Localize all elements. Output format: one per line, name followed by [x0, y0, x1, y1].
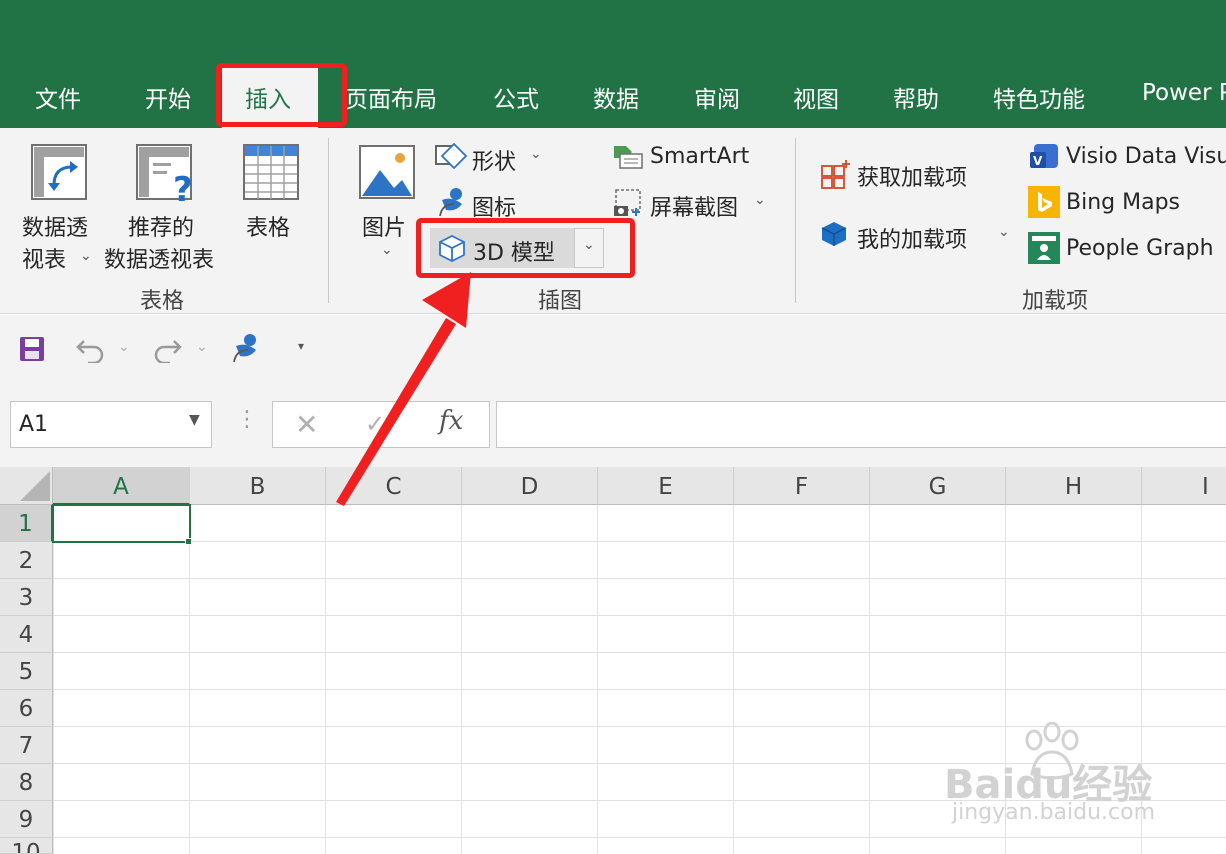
bing-icon: [1028, 186, 1060, 218]
picture-icon: [359, 145, 415, 199]
annotation-arrow-icon: [336, 272, 471, 506]
quick-access-toolbar: ⌄ ⌄ ▾: [0, 315, 1226, 385]
people-graph-icon: [1028, 232, 1060, 264]
visio-icon: V: [1030, 144, 1058, 168]
column-header-f[interactable]: F: [734, 467, 870, 505]
tab-home[interactable]: 开始: [145, 80, 191, 114]
my-addins-icon: [821, 222, 847, 246]
pivot-table-label-1: 数据透: [22, 216, 89, 241]
recommended-pivot-label-2: 数据透视表: [104, 248, 215, 273]
select-all-button[interactable]: [0, 467, 53, 505]
screenshot-label: 屏幕截图: [650, 196, 739, 221]
visio-label: Visio Data Visu: [1066, 144, 1226, 169]
cancel-icon[interactable]: ✕: [295, 408, 318, 441]
tab-data[interactable]: 数据: [593, 80, 639, 114]
smartart-icon: [614, 146, 643, 169]
pictures-label: 图片: [362, 216, 407, 241]
chevron-down-icon: ⌄: [754, 192, 766, 208]
group-label-illustrations: 插图: [538, 289, 583, 314]
chevron-down-icon: ⌄: [998, 224, 1010, 240]
recommended-pivot-label-1: 推荐的: [128, 216, 195, 241]
svg-text:V: V: [1033, 154, 1043, 168]
row-header-10[interactable]: 10: [0, 838, 53, 854]
column-header-d[interactable]: D: [462, 467, 598, 505]
formula-row: A1 ▼ ⋮ ✕ ✓ fx: [0, 385, 1226, 467]
group-divider: [328, 138, 329, 303]
get-addins-label: 获取加载项: [857, 166, 968, 191]
chevron-down-icon: ⌄: [381, 242, 393, 258]
group-divider: [795, 138, 796, 303]
tab-view[interactable]: 视图: [793, 80, 839, 114]
screenshot-icon: [614, 189, 641, 216]
row-header-4[interactable]: 4: [0, 616, 53, 653]
row-header-8[interactable]: 8: [0, 764, 53, 801]
select-all-triangle-icon: [20, 471, 50, 501]
column-header-h[interactable]: H: [1006, 467, 1142, 505]
undo-icon[interactable]: [76, 335, 106, 363]
group-label-addins: 加载项: [1022, 289, 1089, 314]
redo-icon[interactable]: [152, 335, 182, 363]
group-label-tables: 表格: [140, 289, 185, 314]
name-box[interactable]: A1 ▼: [10, 401, 212, 448]
table-icon: [243, 144, 299, 200]
shapes-label: 形状: [472, 150, 517, 175]
chevron-down-icon[interactable]: ⌄: [118, 339, 130, 355]
customize-toolbar-icon[interactable]: ▾: [298, 339, 304, 353]
smartart-label: SmartArt: [650, 144, 750, 169]
column-header-e[interactable]: E: [598, 467, 734, 505]
pivot-table-label-2: 视表: [22, 248, 67, 273]
icons-icon[interactable]: [230, 331, 262, 365]
my-addins-label: 我的加载项: [857, 228, 968, 253]
column-header-b[interactable]: B: [190, 467, 326, 505]
addins-store-icon: [821, 160, 850, 189]
recommended-pivot-icon: ?: [136, 144, 193, 205]
tab-page-layout[interactable]: 页面布局: [345, 80, 437, 114]
row-header-2[interactable]: 2: [0, 542, 53, 579]
splitter-handle[interactable]: ⋮: [236, 407, 258, 432]
svg-text:?: ?: [173, 170, 193, 205]
row-header-1[interactable]: 1: [0, 505, 53, 542]
pivot-table-icon: [31, 144, 87, 200]
tab-help[interactable]: 帮助: [893, 80, 939, 114]
tab-file[interactable]: 文件: [35, 80, 81, 114]
column-header-g[interactable]: G: [870, 467, 1006, 505]
row-header-6[interactable]: 6: [0, 690, 53, 727]
tab-review[interactable]: 审阅: [694, 80, 740, 114]
name-box-value: A1: [19, 412, 49, 437]
save-icon[interactable]: [18, 335, 46, 363]
highlight-3d-models: [416, 218, 635, 278]
icons-icon: [439, 188, 462, 217]
people-graph-label: People Graph: [1066, 236, 1214, 261]
shapes-icon: [435, 142, 468, 170]
chevron-down-icon: ⌄: [530, 146, 542, 162]
chevron-down-icon: ▼: [189, 412, 200, 428]
highlight-insert-tab: [216, 63, 347, 127]
tab-features[interactable]: 特色功能: [993, 80, 1085, 114]
active-cell[interactable]: [52, 504, 191, 543]
row-header-3[interactable]: 3: [0, 579, 53, 616]
row-header-9[interactable]: 9: [0, 801, 53, 838]
tab-power-pivot[interactable]: Power P: [1142, 80, 1226, 106]
tab-formulas[interactable]: 公式: [493, 80, 539, 114]
column-header-a[interactable]: A: [53, 467, 190, 505]
fill-handle[interactable]: [185, 538, 192, 545]
formula-input[interactable]: [496, 401, 1226, 448]
row-header-5[interactable]: 5: [0, 653, 53, 690]
title-bar: 文件 开始 插入 页面布局 公式 数据 审阅 视图 帮助 特色功能 Power …: [0, 0, 1226, 128]
watermark-url: jingyan.baidu.com: [952, 800, 1156, 825]
row-header-7[interactable]: 7: [0, 727, 53, 764]
table-label: 表格: [246, 216, 291, 241]
chevron-down-icon: ⌄: [80, 248, 92, 264]
bing-maps-label: Bing Maps: [1066, 190, 1180, 215]
chevron-down-icon[interactable]: ⌄: [196, 339, 208, 355]
column-header-i[interactable]: I: [1142, 467, 1226, 505]
